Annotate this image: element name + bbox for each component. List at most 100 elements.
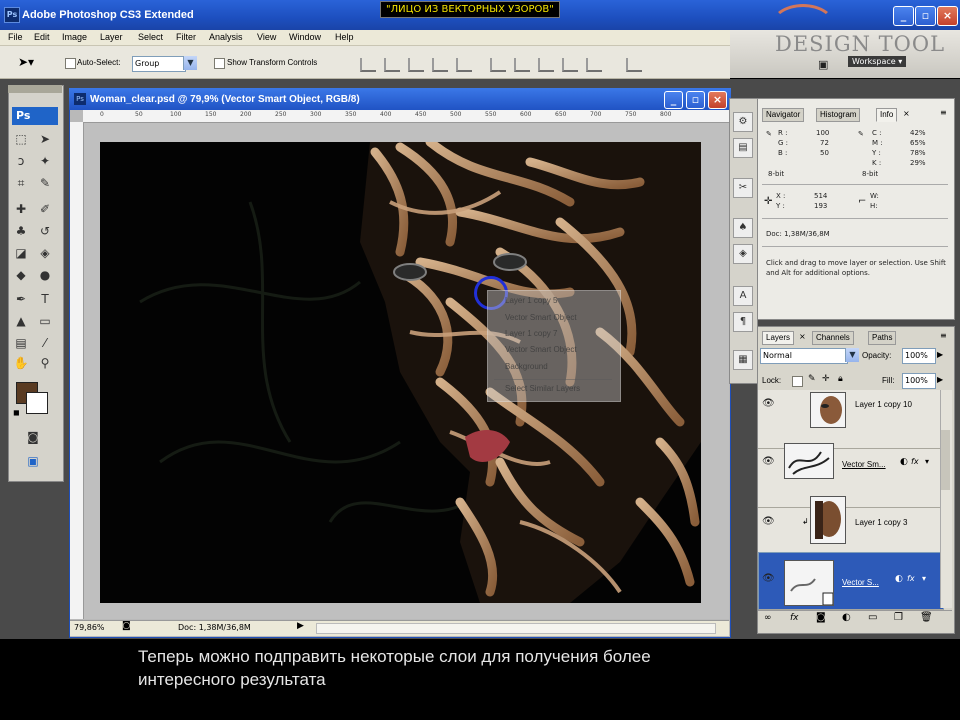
layers-scrollbar-thumb[interactable] xyxy=(941,430,950,490)
tab-info[interactable]: Info xyxy=(876,108,898,122)
zoom-level[interactable]: 79,86% xyxy=(74,623,105,632)
tab-histogram[interactable]: Histogram xyxy=(816,108,861,122)
workspace-button[interactable]: Workspace ▾ xyxy=(848,56,907,67)
layer-name[interactable]: Vector S... xyxy=(842,578,879,587)
blend-mode-dropdown[interactable]: Normal xyxy=(760,348,848,364)
zoom-tool-icon[interactable]: ⚲ xyxy=(36,354,54,372)
context-menu-item[interactable]: Select Similar Layers xyxy=(505,384,580,393)
distribute-vcenter-icon[interactable] xyxy=(514,58,530,72)
lasso-tool-icon[interactable]: ↄ xyxy=(12,152,30,170)
close-tab-icon[interactable]: × xyxy=(903,109,910,118)
path-selection-tool-icon[interactable]: ▲ xyxy=(12,312,30,330)
link-layers-icon[interactable]: ∞ xyxy=(764,613,772,623)
fill-input[interactable]: 100% xyxy=(902,373,936,389)
layer-comps-panel-icon[interactable]: ▦ xyxy=(733,350,753,370)
expand-effects-icon[interactable]: ▾ xyxy=(922,574,926,583)
brushes-panel-icon[interactable]: ⚙ xyxy=(733,112,753,132)
auto-align-icon[interactable] xyxy=(626,58,642,72)
status-menu-arrow-icon[interactable]: ▶ xyxy=(297,621,304,631)
document-minimize-button[interactable]: _ xyxy=(664,91,683,109)
background-color-swatch[interactable] xyxy=(26,392,48,414)
lock-all-icon[interactable]: 🔒︎ xyxy=(838,374,843,384)
move-tool-icon[interactable]: ➤ xyxy=(36,130,54,148)
chevron-down-icon[interactable]: ▼ xyxy=(183,56,197,70)
menu-window[interactable]: Window xyxy=(289,32,321,42)
clone-source-panel-icon[interactable]: ♠ xyxy=(733,218,753,238)
context-menu-item[interactable]: Background xyxy=(505,362,548,371)
menu-file[interactable]: File xyxy=(8,32,23,42)
clone-stamp-tool-icon[interactable]: ♣ xyxy=(12,222,30,240)
align-left-icon[interactable] xyxy=(432,58,448,72)
screen-mode-icon[interactable]: ▣ xyxy=(24,452,42,470)
menu-help[interactable]: Help xyxy=(335,32,354,42)
new-group-icon[interactable]: ▭ xyxy=(868,612,877,623)
menu-select[interactable]: Select xyxy=(138,32,163,42)
document-close-button[interactable]: × xyxy=(708,91,727,109)
eyedropper-tool-icon[interactable]: ✎ xyxy=(36,174,54,192)
new-layer-icon[interactable]: ❐ xyxy=(894,612,903,623)
panel-menu-icon[interactable]: ≡ xyxy=(940,108,947,117)
hand-tool-icon[interactable]: ✋ xyxy=(12,354,30,372)
visibility-eye-icon[interactable]: 👁︎ xyxy=(762,516,775,527)
paint-bucket-tool-icon[interactable]: ◈ xyxy=(36,244,54,262)
eyedropper-sample-tool-icon[interactable]: ⁄ xyxy=(36,334,54,352)
horizontal-scrollbar[interactable] xyxy=(316,623,716,634)
distribute-left-icon[interactable] xyxy=(562,58,578,72)
menu-image[interactable]: Image xyxy=(62,32,87,42)
pen-tool-icon[interactable]: ✒ xyxy=(12,290,30,308)
magic-wand-tool-icon[interactable]: ✦ xyxy=(36,152,54,170)
visibility-eye-icon[interactable]: 👁︎ xyxy=(762,398,775,409)
tool-presets-panel-icon[interactable]: ◈ xyxy=(733,244,753,264)
layer-fx-icon[interactable]: fx xyxy=(911,457,919,466)
layers-scrollbar[interactable] xyxy=(940,390,952,608)
bridge-icon[interactable]: ▣ xyxy=(818,58,828,71)
vertical-ruler[interactable] xyxy=(70,122,84,619)
eraser-tool-icon[interactable]: ◪ xyxy=(12,244,30,262)
menu-view[interactable]: View xyxy=(257,32,276,42)
align-bottom-icon[interactable] xyxy=(408,58,424,72)
tools-panel-icon[interactable]: ✂ xyxy=(733,178,753,198)
add-mask-icon[interactable]: ◙ xyxy=(816,612,826,623)
history-brush-tool-icon[interactable]: ↺ xyxy=(36,222,54,240)
distribute-hcenter-icon[interactable] xyxy=(586,58,602,72)
adjustment-layer-icon[interactable]: ◐ xyxy=(842,612,851,623)
opacity-input[interactable]: 100% xyxy=(902,348,936,364)
panel-menu-icon[interactable]: ≡ xyxy=(940,331,947,340)
brush-tool-icon[interactable]: ✐ xyxy=(36,200,54,218)
expand-effects-icon[interactable]: ▾ xyxy=(925,457,929,466)
layer-name[interactable]: Layer 1 copy 10 xyxy=(855,400,912,409)
menu-edit[interactable]: Edit xyxy=(34,32,50,42)
align-vcenter-icon[interactable] xyxy=(384,58,400,72)
context-menu-item[interactable]: Vector Smart Object xyxy=(505,345,577,354)
shape-tool-icon[interactable]: ▭ xyxy=(36,312,54,330)
default-colors-icon[interactable]: ◼ xyxy=(13,408,20,417)
show-transform-checkbox[interactable] xyxy=(214,58,225,69)
layer-row[interactable] xyxy=(758,390,940,449)
layer-name[interactable]: Layer 1 copy 3 xyxy=(855,518,907,527)
distribute-top-icon[interactable] xyxy=(490,58,506,72)
crop-tool-icon[interactable]: ⌗ xyxy=(12,174,30,192)
visibility-eye-icon[interactable]: 👁︎ xyxy=(762,456,775,467)
blur-tool-icon[interactable]: ◆ xyxy=(12,266,30,284)
dodge-tool-icon[interactable]: ● xyxy=(36,266,54,284)
document-maximize-button[interactable]: ▫ xyxy=(686,91,705,109)
opacity-slider-arrow-icon[interactable]: ▶ xyxy=(937,350,943,359)
layer-fx-icon[interactable]: fx xyxy=(907,574,915,583)
align-top-icon[interactable] xyxy=(360,58,376,72)
tab-layers[interactable]: Layers xyxy=(762,331,795,345)
marquee-tool-icon[interactable]: ⬚ xyxy=(12,130,30,148)
close-tab-icon[interactable]: × xyxy=(799,332,806,341)
swatches-panel-icon[interactable]: ▤ xyxy=(733,138,753,158)
close-window-button[interactable]: × xyxy=(937,6,958,26)
distribute-bottom-icon[interactable] xyxy=(538,58,554,72)
lock-transparency-checkbox[interactable] xyxy=(792,376,803,387)
minimize-window-button[interactable]: _ xyxy=(893,6,914,26)
auto-select-checkbox[interactable] xyxy=(65,58,76,69)
align-hcenter-icon[interactable] xyxy=(456,58,472,72)
layer-name[interactable]: Vector Sm... xyxy=(842,460,886,469)
status-info-icon[interactable]: ◙ xyxy=(122,621,131,631)
chevron-down-icon[interactable]: ▼ xyxy=(845,348,859,362)
paragraph-panel-icon[interactable]: ¶ xyxy=(733,312,753,332)
delete-layer-icon[interactable]: 🗑︎ xyxy=(920,612,933,623)
context-menu-item[interactable]: Layer 1 copy 5 xyxy=(505,296,557,305)
